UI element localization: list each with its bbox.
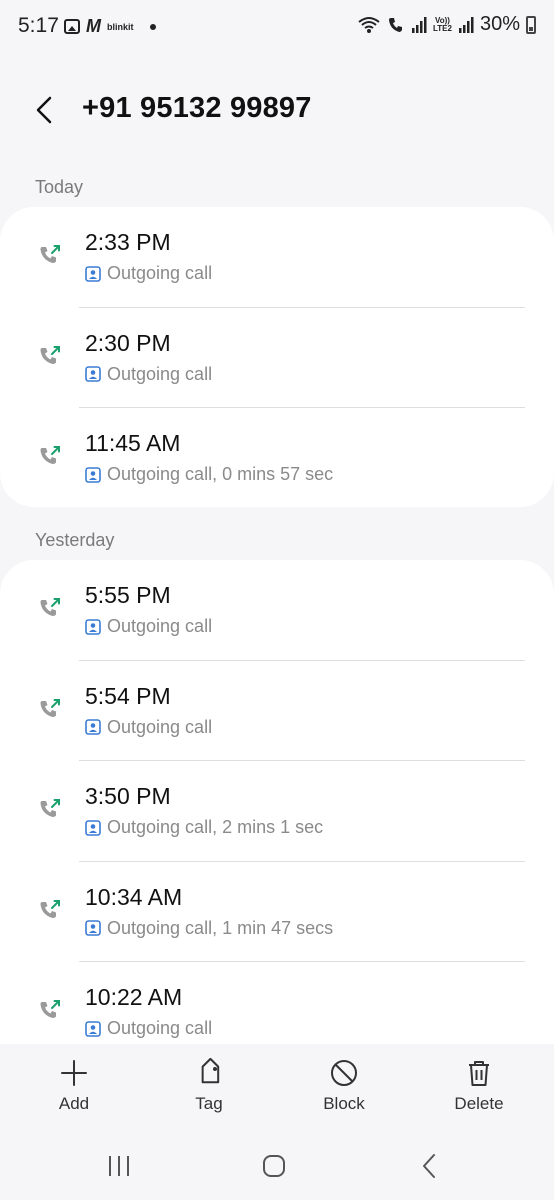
app-header: +91 95132 99897 xyxy=(0,84,554,134)
call-time: 10:22 AM xyxy=(85,984,183,1010)
outgoing-call-icon xyxy=(40,345,60,364)
call-description: Outgoing call, 2 mins 1 sec xyxy=(107,817,324,837)
call-time: 3:50 PM xyxy=(85,783,171,809)
contact-badge-icon xyxy=(85,466,101,483)
block-button[interactable]: Block xyxy=(294,1058,394,1114)
volte-call-icon xyxy=(389,17,402,32)
call-time: 2:30 PM xyxy=(85,329,171,356)
battery-percent: 30% xyxy=(479,13,520,35)
call-detail: Outgoing call, 1 min 47 secs xyxy=(85,918,333,939)
call-list-yesterday: 5:55 PM Outgoing call 5:54 PM Outgoing c… xyxy=(0,560,554,1080)
contact-badge-icon xyxy=(85,1020,101,1037)
call-detail: Outgoing call xyxy=(85,364,212,385)
outgoing-call-icon xyxy=(40,245,60,263)
call-time: 11:45 AM xyxy=(85,430,181,456)
outgoing-call-icon xyxy=(40,698,60,717)
call-time: 2:33 PM xyxy=(85,229,171,255)
wifi-calling-icon xyxy=(358,16,380,33)
call-row[interactable]: 3:50 PM Outgoing call, 2 mins 1 sec xyxy=(0,761,554,862)
status-time: 5:17 xyxy=(18,14,59,37)
nav-back-button[interactable] xyxy=(410,1151,450,1181)
call-description: Outgoing call xyxy=(107,716,213,737)
contact-badge-icon xyxy=(85,819,101,836)
call-detail: Outgoing call xyxy=(85,1018,212,1039)
nav-back-icon xyxy=(423,1154,435,1178)
tag-label: Tag xyxy=(195,1094,223,1113)
call-row[interactable]: 5:54 PM Outgoing call xyxy=(0,661,554,761)
call-description: Outgoing call xyxy=(107,1018,213,1038)
call-row[interactable]: 10:34 AM Outgoing call, 1 min 47 secs xyxy=(0,862,554,962)
call-row[interactable]: 11:45 AM Outgoing call, 0 mins 57 sec xyxy=(0,408,554,507)
call-row[interactable]: 2:33 PM Outgoing call xyxy=(0,207,554,308)
section-label-yesterday: Yesterday xyxy=(35,530,115,550)
call-row[interactable]: 2:30 PM Outgoing call xyxy=(0,308,554,408)
system-nav-bar xyxy=(0,1134,554,1200)
call-list-today: 2:33 PM Outgoing call 2:30 PM Outgoing c… xyxy=(0,207,554,507)
call-detail: Outgoing call xyxy=(85,616,212,637)
delete-label: Delete xyxy=(454,1094,504,1113)
back-button[interactable] xyxy=(26,92,62,128)
call-detail: Outgoing call, 2 mins 1 sec xyxy=(85,817,323,838)
system-indicators: Vo)) LTE2 30% xyxy=(357,13,536,36)
section-label-today: Today xyxy=(35,177,84,197)
delete-button[interactable]: Delete xyxy=(429,1058,529,1114)
recent-apps-button[interactable] xyxy=(99,1151,139,1181)
add-label: Add xyxy=(58,1094,90,1113)
call-history-screen: 5:17 M blinkit Vo)) LTE2 30% +91 95132 9… xyxy=(0,0,554,1200)
call-description: Outgoing call, 0 mins 57 sec xyxy=(107,464,334,484)
call-time: 10:34 AM xyxy=(85,883,183,910)
call-description: Outgoing call xyxy=(107,263,213,283)
outgoing-call-icon xyxy=(40,799,60,817)
battery-icon xyxy=(526,15,536,34)
add-button[interactable]: Add xyxy=(24,1058,124,1114)
notification-icons: M blinkit xyxy=(64,16,156,37)
call-row[interactable]: 5:55 PM Outgoing call xyxy=(0,560,554,661)
plus-icon xyxy=(61,1060,87,1086)
signal-icon-2 xyxy=(458,16,474,33)
call-detail: Outgoing call xyxy=(85,263,212,284)
recents-icon xyxy=(109,1156,129,1176)
gallery-icon xyxy=(64,19,80,34)
tag-button[interactable]: Tag xyxy=(159,1058,259,1114)
outgoing-call-icon xyxy=(40,598,60,616)
trash-icon xyxy=(469,1061,489,1086)
call-time: 5:54 PM xyxy=(85,682,171,709)
contact-badge-icon xyxy=(85,265,101,282)
call-description: Outgoing call xyxy=(107,616,213,636)
block-label: Block xyxy=(323,1094,365,1113)
home-icon xyxy=(263,1155,285,1177)
outgoing-call-icon xyxy=(40,899,60,918)
call-description: Outgoing call, 1 min 47 secs xyxy=(107,917,334,938)
call-detail: Outgoing call, 0 mins 57 sec xyxy=(85,464,333,485)
tag-icon xyxy=(201,1058,220,1084)
signal-icon-1 xyxy=(412,16,427,33)
outgoing-call-icon xyxy=(40,1000,60,1018)
status-bar: 5:17 M blinkit Vo)) LTE2 30% xyxy=(0,0,554,52)
contact-badge-icon xyxy=(85,618,101,635)
block-icon xyxy=(331,1060,357,1086)
home-button[interactable] xyxy=(254,1151,294,1181)
call-description: Outgoing call xyxy=(107,363,213,384)
more-notifications-dot xyxy=(149,23,156,30)
contact-badge-icon xyxy=(85,920,101,936)
brand-m-icon: M xyxy=(86,16,101,36)
call-time: 5:55 PM xyxy=(85,582,171,608)
bottom-action-bar: Add Tag Block Delete xyxy=(0,1044,554,1134)
blinkit-icon: blinkit xyxy=(107,21,134,32)
chevron-left-icon xyxy=(36,96,52,124)
contact-badge-icon xyxy=(85,366,101,382)
outgoing-call-icon xyxy=(40,446,60,464)
phone-number-title: +91 95132 99897 xyxy=(82,92,312,124)
contact-badge-icon xyxy=(85,719,101,735)
network-type: Vo)) LTE2 xyxy=(433,15,452,33)
call-detail: Outgoing call xyxy=(85,717,212,738)
